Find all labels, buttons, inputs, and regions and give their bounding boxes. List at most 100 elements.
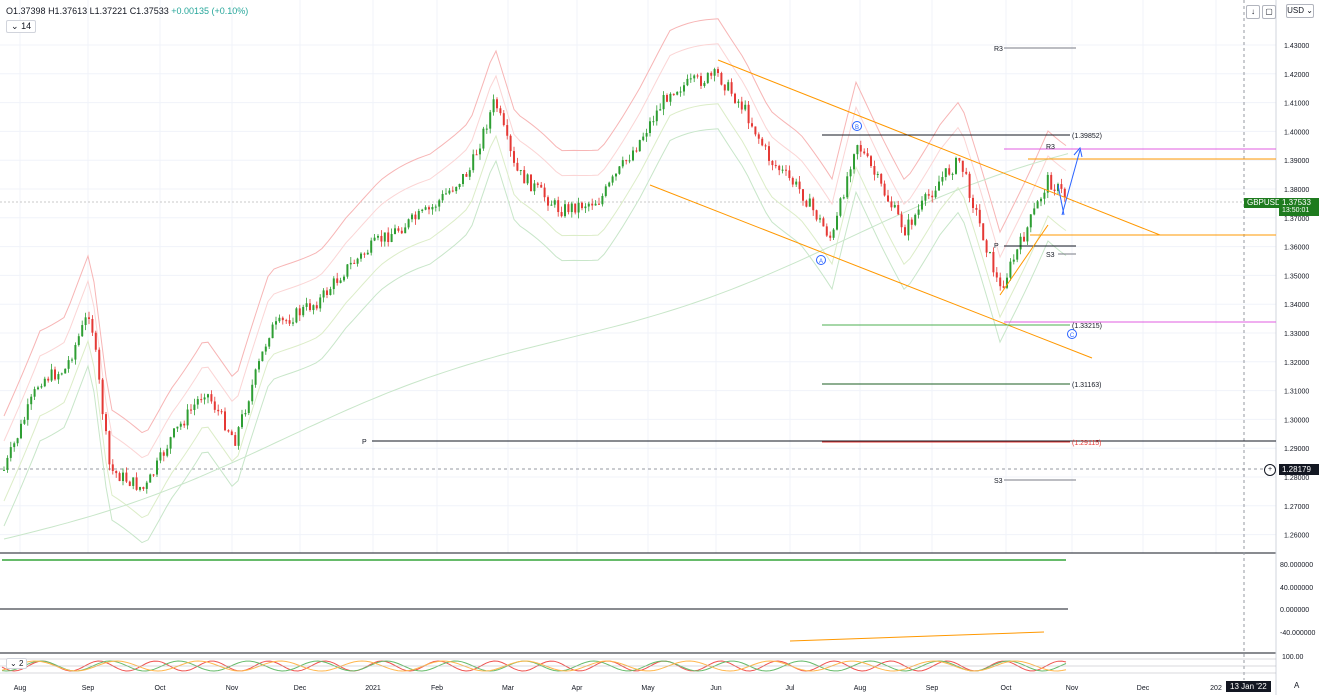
candle-body [254, 369, 257, 385]
crosshair-price-tag: 1.28179 [1279, 464, 1319, 475]
candle-body [798, 181, 801, 190]
price-tick: 1.39000 [1284, 158, 1309, 165]
candle-body [234, 435, 237, 446]
candle-body [149, 474, 152, 483]
candle-body [200, 399, 203, 401]
ohlc-close: C1.37533 [129, 6, 169, 16]
candle-body [910, 219, 913, 225]
candle-body [533, 183, 536, 192]
candle-body [179, 423, 182, 427]
ohlc-high: H1.37613 [48, 6, 88, 16]
ohlc-open: O1.37398 [6, 6, 46, 16]
candle-body [866, 153, 869, 157]
candle-body [768, 146, 770, 161]
candle-body [836, 215, 838, 230]
candle-body [853, 154, 855, 170]
price-axis[interactable]: 1.43000 1.42000 1.41000 1.40000 1.39000 1.380… [1280, 43, 1316, 661]
candle-body [564, 204, 566, 217]
candle-body [778, 165, 781, 171]
candle-body [482, 128, 485, 149]
candle-body [309, 303, 311, 311]
candle-body [764, 145, 767, 147]
candle-body [1019, 236, 1022, 250]
candle-body [547, 197, 549, 206]
candle-body [693, 75, 696, 79]
candle-body [683, 85, 685, 92]
price-chart[interactable]: A B C R3 R3 P S3 P S3 (1.39852) (1.33215… [0, 0, 1320, 695]
candle-body [757, 134, 760, 139]
candle-body [414, 214, 417, 220]
candle-body [421, 209, 424, 211]
candle-body [717, 69, 719, 73]
indicator-toggle[interactable]: ⌄ 14 [6, 20, 37, 33]
candle-body [601, 195, 604, 205]
candle-body [982, 223, 985, 241]
candle-body [84, 317, 87, 326]
candle-body [519, 170, 522, 172]
candle-body [740, 101, 743, 110]
candle-body [275, 321, 277, 325]
candle-body [788, 170, 791, 179]
add-alert-icon[interactable]: + [1264, 464, 1276, 476]
candle-body [499, 108, 502, 114]
auto-scale-icon[interactable]: A [1294, 681, 1299, 690]
candle-body [638, 140, 641, 152]
stoch-tick: 100.00 [1282, 654, 1304, 661]
candle-body [921, 200, 923, 210]
candle-body [173, 428, 175, 438]
candle-body [1009, 261, 1012, 278]
candle-body [938, 181, 940, 191]
candle-body [900, 214, 903, 228]
candle-body [445, 193, 447, 195]
candle-body [16, 438, 19, 444]
price-tick: 1.38000 [1284, 187, 1309, 194]
candle-body [825, 226, 828, 236]
candle-body [536, 183, 539, 185]
candle-body [139, 487, 141, 490]
price-tick: 1.34000 [1284, 302, 1309, 309]
candle-body [23, 419, 26, 424]
candle-body [9, 447, 12, 458]
bollinger-bands [3, 18, 1069, 544]
fullscreen-icon[interactable]: ▢ [1262, 5, 1276, 19]
candle-body [230, 431, 233, 436]
candle-body [965, 171, 968, 174]
candle-body [105, 414, 107, 432]
candle-body [948, 168, 951, 175]
candle-body [506, 125, 509, 136]
candle-body [978, 209, 981, 224]
candle-body [737, 101, 740, 103]
candle-body [271, 324, 274, 339]
candle-body [94, 332, 97, 350]
candle-body [455, 186, 458, 192]
candle-body [883, 183, 886, 196]
time-tick: 202 [1210, 685, 1222, 692]
candle-body [43, 378, 46, 387]
candle-body [162, 452, 165, 456]
candle-body [577, 202, 580, 213]
candle-body [1063, 188, 1066, 198]
candle-body [958, 157, 961, 161]
candle-body [145, 482, 148, 489]
candle-body [887, 195, 889, 202]
candle-body [598, 203, 600, 205]
candle-body [812, 198, 815, 211]
candle-body [628, 160, 631, 162]
candle-body [363, 253, 366, 255]
candle-body [448, 190, 451, 194]
arrow-down-icon[interactable]: ↓ [1246, 5, 1260, 19]
currency-select[interactable]: USD ⌄ [1286, 4, 1314, 18]
candle-body [530, 174, 532, 192]
stoch-indicator-toggle[interactable]: ⌄ 2 [6, 658, 28, 669]
candle-body [183, 423, 186, 426]
candle-body [727, 82, 730, 91]
candle-body [264, 346, 267, 352]
time-tick: Aug [854, 685, 867, 692]
candle-body [203, 397, 206, 400]
pivot-r3-mid: R3 [1046, 144, 1055, 151]
time-axis[interactable]: Aug Sep Oct Nov Dec 2021 Feb Mar Apr May Jun Jul Aug… [14, 685, 1222, 692]
candle-body [64, 368, 67, 374]
candle-body [581, 202, 583, 209]
candle-body [6, 457, 9, 470]
candle-body [166, 448, 169, 456]
